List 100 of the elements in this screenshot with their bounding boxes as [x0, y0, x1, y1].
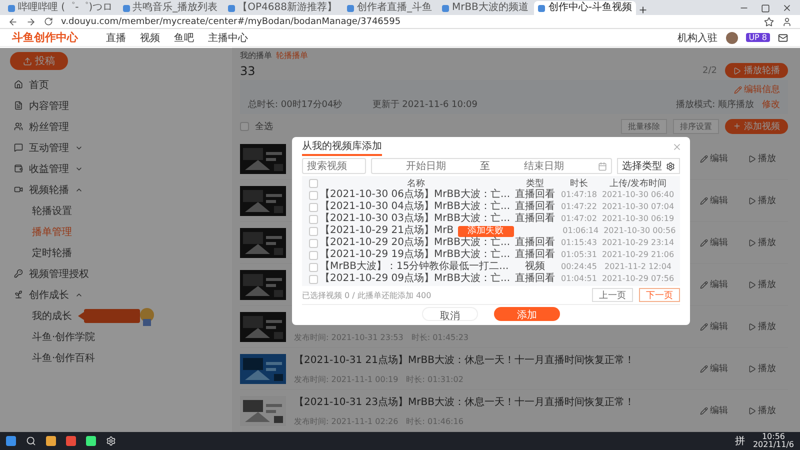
- sidebar-item[interactable]: 收益管理: [10, 158, 222, 179]
- sidebar-subitem[interactable]: 轮播设置: [10, 200, 222, 221]
- video-title[interactable]: 【2021-10-31 21点场】MrBB大波：休息一天！十一月直播时间恢复正常！: [294, 352, 692, 366]
- ime-indicator[interactable]: 拼: [734, 434, 745, 448]
- play-action[interactable]: 播放: [748, 362, 788, 375]
- checkbox[interactable]: [308, 262, 318, 272]
- checkbox[interactable]: [308, 202, 318, 212]
- join-link[interactable]: 机构入驻: [678, 30, 718, 44]
- sidebar-item[interactable]: 创作成长: [10, 284, 222, 305]
- select-all-label[interactable]: 全选: [255, 120, 273, 132]
- table-cell-text: 2021-10-30 06:40: [600, 189, 676, 201]
- play-action[interactable]: 播放: [748, 278, 788, 291]
- add-button[interactable]: 添加: [494, 307, 560, 321]
- table-cell-text: 【2021-10-30 06点场】MrBB大波：亡...: [320, 189, 510, 200]
- browser-tab[interactable]: MrBB大波的频道: [438, 1, 532, 15]
- play-action[interactable]: 播放: [748, 152, 788, 165]
- sidebar-subitem[interactable]: 定时轮播: [10, 242, 222, 263]
- edit-action[interactable]: 编辑: [700, 236, 740, 249]
- edit-action[interactable]: 编辑: [700, 362, 740, 375]
- table-cell-text: 2021-11-2 12:04: [604, 261, 672, 273]
- prev-page-button[interactable]: 上一页: [592, 288, 633, 302]
- nav-link[interactable]: 视频: [140, 30, 160, 44]
- nav-link[interactable]: 主播中心: [208, 30, 248, 44]
- sidebar-item[interactable]: 视频轮播: [10, 179, 222, 200]
- checkbox[interactable]: [308, 179, 318, 188]
- upload-button[interactable]: 投稿: [10, 52, 68, 70]
- play-action[interactable]: 播放: [748, 404, 788, 417]
- sidebar-subitem[interactable]: 斗鱼·创作学院: [10, 326, 222, 347]
- edit-action[interactable]: 编辑: [700, 278, 740, 291]
- nav-link[interactable]: 鱼吧: [174, 30, 194, 44]
- pencil-icon: [700, 280, 708, 288]
- bookmark-icon[interactable]: [764, 16, 774, 26]
- play-action[interactable]: 播放: [748, 236, 788, 249]
- toolbar-button[interactable]: 批量移除: [621, 118, 667, 134]
- sidebar-item[interactable]: 内容管理: [10, 95, 222, 116]
- selection-summary: 已选择视频 0 / 此播单还能添加 400: [302, 290, 432, 300]
- new-tab-icon[interactable]: [638, 5, 648, 15]
- sidebar-item[interactable]: 粉丝管理: [10, 116, 222, 137]
- date-range-field[interactable]: 开始日期 至 结束日期: [371, 158, 612, 174]
- checkbox[interactable]: [240, 122, 249, 130]
- search-field[interactable]: 搜索视频: [302, 158, 366, 174]
- table-cell-text: 2021-10-29 07:56: [600, 273, 676, 285]
- edit-action[interactable]: 编辑: [700, 404, 740, 417]
- reload-icon[interactable]: [44, 17, 53, 26]
- sidebar-item[interactable]: 视频管理授权: [10, 263, 222, 284]
- checkbox[interactable]: [308, 250, 318, 260]
- promo-bubble-drawing[interactable]: [78, 306, 156, 326]
- browser-tab[interactable]: 共鸣音乐_播放列表: [118, 1, 222, 15]
- play-action[interactable]: 播放: [748, 194, 788, 207]
- browser-tab[interactable]: 创作者直播_斗鱼: [342, 1, 436, 15]
- table-cell: 直播回看: [515, 213, 555, 225]
- close-icon[interactable]: [782, 3, 792, 13]
- checkbox[interactable]: [308, 274, 318, 284]
- sidebar-subitem[interactable]: 播单管理: [10, 221, 222, 242]
- edit-action[interactable]: 编辑: [700, 320, 740, 333]
- sidebar-subitem[interactable]: 我的成长: [10, 305, 222, 326]
- toolbar-button[interactable]: 排序设置: [673, 118, 719, 134]
- sidebar-item[interactable]: 首页: [10, 74, 222, 95]
- profile-icon[interactable]: [782, 16, 792, 26]
- mail-icon[interactable]: [778, 32, 788, 42]
- play-action[interactable]: 播放: [748, 320, 788, 333]
- column-header: 时长: [569, 178, 589, 190]
- edit-action[interactable]: 编辑: [700, 152, 740, 165]
- address-bar[interactable]: v.douyu.com/member/mycreate/center#/myBodan/bodanManage/3746595: [61, 16, 756, 26]
- maximize-icon[interactable]: [761, 4, 770, 12]
- upload-icon: [23, 56, 32, 66]
- play-icon: [748, 322, 756, 330]
- checkbox[interactable]: [308, 190, 318, 200]
- next-page-button[interactable]: 下一页: [639, 288, 680, 302]
- browser-tab[interactable]: 哔哩哔哩 (゜-゜)つロ: [4, 1, 117, 15]
- site-logo[interactable]: 斗鱼创作中心: [12, 30, 78, 45]
- forward-icon[interactable]: [26, 16, 36, 26]
- cancel-button[interactable]: 取消: [422, 307, 478, 321]
- play-mode: 播放模式: 顺序播放: [676, 98, 754, 111]
- pencil-icon: [700, 154, 708, 162]
- edit-action[interactable]: 编辑: [700, 194, 740, 207]
- video-title[interactable]: 【2021-10-31 23点场】MrBB大波：休息一天！十一月直播时间恢复正常！: [294, 394, 692, 408]
- checkbox[interactable]: [308, 214, 318, 224]
- back-icon[interactable]: [8, 16, 18, 26]
- type-select[interactable]: 选择类型: [617, 158, 680, 174]
- browser-tab[interactable]: 【OP4688新游推荐】: [224, 1, 341, 15]
- nav-link[interactable]: 直播: [106, 30, 126, 44]
- document-icon: [14, 101, 23, 110]
- table-cell-text: 【2021-10-30 03点场】MrBB大波：亡...: [320, 213, 510, 224]
- breadcrumb-link[interactable]: 我的播单: [240, 50, 272, 61]
- checkbox[interactable]: [308, 238, 318, 248]
- sidebar-subitem[interactable]: 斗鱼·创作百科: [10, 347, 222, 368]
- sidebar-item[interactable]: 互动管理: [10, 137, 222, 158]
- table-cell-text: 直播回看: [515, 237, 555, 248]
- settings-icon[interactable]: [106, 436, 116, 446]
- add-video-button[interactable]: 添加视频: [725, 118, 788, 134]
- avatar[interactable]: [726, 32, 738, 44]
- browser-tab[interactable]: 创作中心-斗鱼视频: [534, 1, 636, 15]
- dialog-tab[interactable]: 从我的视频库添加: [302, 141, 382, 156]
- home-icon: [14, 80, 23, 89]
- checkbox[interactable]: [308, 226, 318, 236]
- play-icon: [748, 406, 756, 414]
- play-button[interactable]: 播放轮播: [725, 63, 788, 78]
- search-icon[interactable]: [26, 436, 36, 446]
- table-cell-text: 直播回看: [515, 249, 555, 260]
